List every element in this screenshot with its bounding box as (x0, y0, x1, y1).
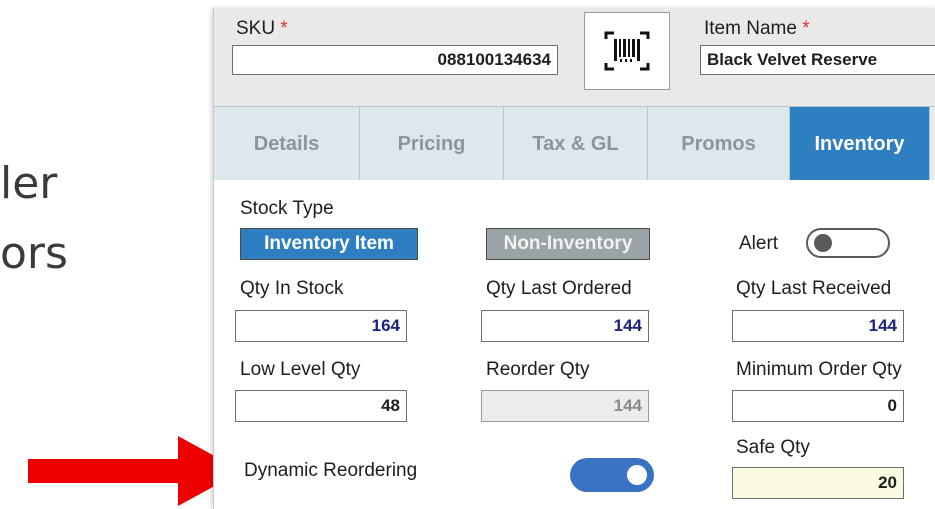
qty-last-received-field[interactable]: 144 (732, 310, 904, 342)
reorder-qty-label: Reorder Qty (486, 359, 590, 380)
tab-tax-gl[interactable]: Tax & GL (504, 107, 648, 181)
stock-type-label: Stock Type (240, 198, 334, 219)
item-name-input[interactable]: Black Velvet Reserve (700, 45, 935, 75)
barcode-scan-button[interactable] (584, 12, 670, 90)
qty-last-received-value: 144 (868, 316, 897, 335)
item-name-label: Item Name * (704, 18, 810, 39)
tab-bar: Details Pricing Tax & GL Promos Inventor… (214, 106, 935, 181)
red-arrow-pointer (28, 436, 242, 506)
tab-pricing[interactable]: Pricing (360, 107, 504, 181)
slide-text-line-2: ors (0, 228, 68, 279)
qty-last-ordered-field[interactable]: 144 (481, 310, 649, 342)
dynamic-reordering-label: Dynamic Reordering (244, 460, 418, 481)
slide-text-line-1: ler (0, 158, 58, 209)
reorder-qty-field: 144 (481, 390, 649, 422)
required-mark: * (802, 18, 810, 39)
qty-last-ordered-value: 144 (613, 316, 642, 335)
inventory-panel: Stock Type Inventory Item Non-Inventory … (214, 180, 935, 509)
qty-in-stock-value: 164 (371, 316, 400, 335)
barcode-scan-icon (604, 31, 650, 71)
non-inventory-button[interactable]: Non-Inventory (486, 228, 650, 260)
qty-last-ordered-label: Qty Last Ordered (486, 278, 632, 299)
qty-last-received-label: Qty Last Received (736, 278, 892, 299)
reorder-qty-value: 144 (613, 396, 642, 415)
tab-details[interactable]: Details (214, 107, 360, 181)
alert-toggle[interactable] (806, 228, 890, 258)
item-name-value: Black Velvet Reserve (707, 50, 878, 69)
inventory-item-button[interactable]: Inventory Item (240, 228, 418, 260)
qty-in-stock-label: Qty In Stock (240, 278, 344, 299)
safe-qty-value: 20 (878, 473, 897, 492)
tab-inventory[interactable]: Inventory (790, 107, 930, 181)
qty-in-stock-field[interactable]: 164 (235, 310, 407, 342)
safe-qty-label: Safe Qty (736, 437, 810, 458)
minimum-order-qty-value: 0 (887, 396, 897, 415)
sku-value: 088100134634 (437, 50, 551, 69)
minimum-order-qty-label: Minimum Order Qty (736, 359, 902, 380)
safe-qty-field[interactable]: 20 (732, 467, 904, 499)
minimum-order-qty-field[interactable]: 0 (732, 390, 904, 422)
low-level-qty-label: Low Level Qty (240, 359, 361, 380)
item-editor-window: SKU * 088100134634 Item Name * Black Vel… (213, 8, 935, 509)
toggle-knob (627, 465, 647, 485)
tab-promos[interactable]: Promos (648, 107, 790, 181)
required-mark: * (280, 18, 288, 39)
low-level-qty-field[interactable]: 48 (235, 390, 407, 422)
low-level-qty-value: 48 (381, 396, 400, 415)
sku-input[interactable]: 088100134634 (232, 45, 558, 75)
dynamic-reordering-toggle[interactable] (570, 458, 654, 492)
sku-label: SKU * (236, 18, 288, 39)
toggle-knob (814, 234, 832, 252)
alert-label: Alert (739, 233, 779, 254)
